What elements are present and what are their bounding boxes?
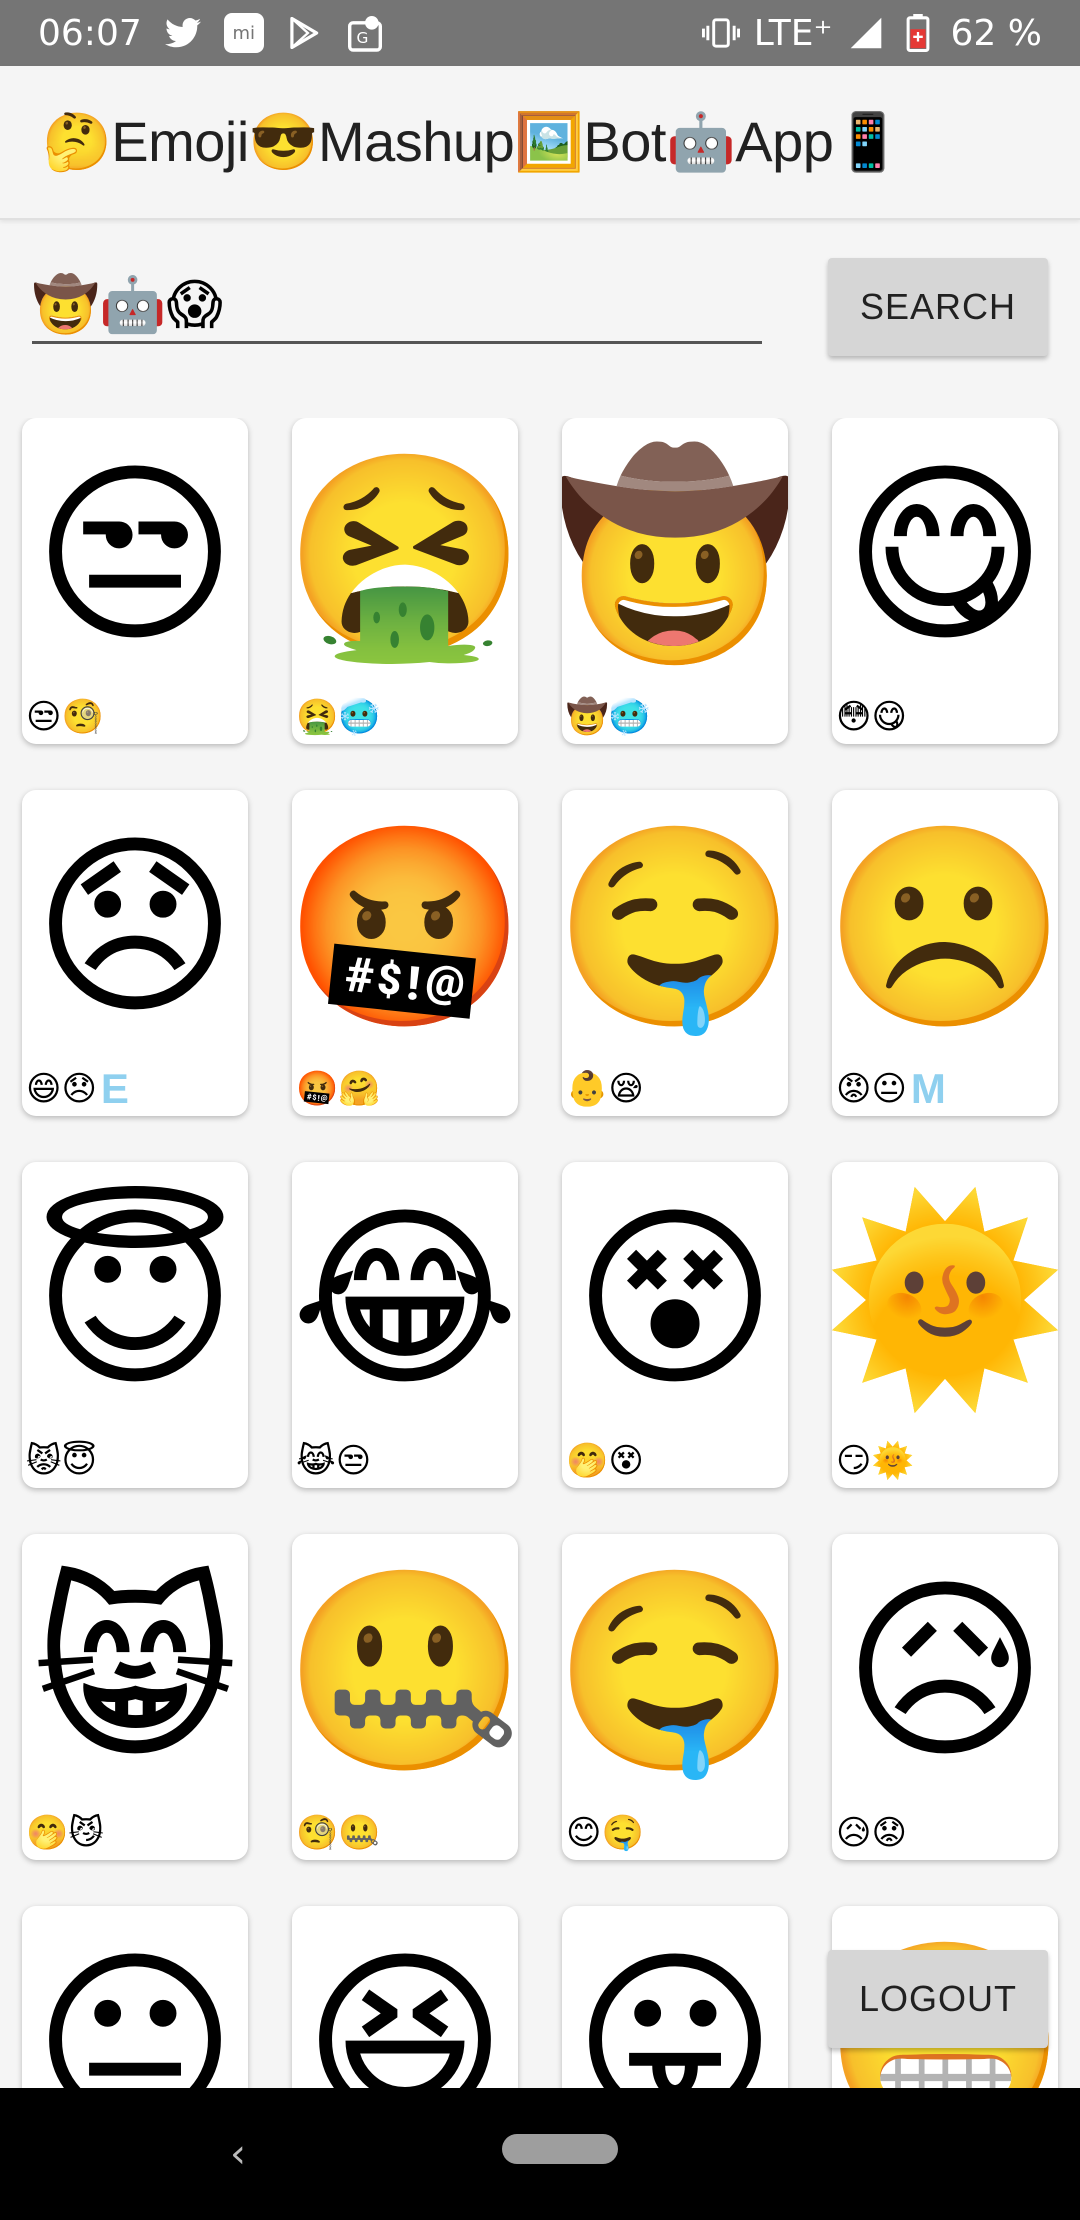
source-emoji-pair: 😄😞 (26, 1069, 97, 1109)
search-input[interactable] (32, 268, 762, 341)
mashup-image: 😐 (32, 1930, 238, 2088)
mashup-image: ☹️ (832, 814, 1058, 1042)
mashup-source-emojis: 🤬🤗 (296, 1066, 385, 1112)
battery-icon (899, 14, 937, 52)
mashup-source-emojis: 🤮🥶 (296, 694, 385, 740)
mashup-card[interactable]: 😞 😄😞 E (22, 790, 248, 1116)
status-time: 06:07 (38, 12, 142, 54)
mashup-image: 😞 (32, 814, 238, 1042)
maps-icon: G (346, 14, 384, 52)
search-button[interactable]: SEARCH (828, 258, 1048, 356)
mashup-source-emojis: 😄😞 E (26, 1065, 129, 1112)
mashup-image: 😛 (572, 1930, 778, 2088)
mashup-image: 🤤 (562, 814, 788, 1042)
mashup-card[interactable]: 🌞 😏🌞 (832, 1162, 1058, 1488)
mashup-card[interactable]: 🤬 🤬🤗 (292, 790, 518, 1116)
mashup-source-emojis: 😹😒 (296, 1438, 375, 1484)
source-emoji-pair: 🤮🥶 (296, 697, 381, 737)
card-letter-badge: E (100, 1065, 129, 1112)
mashup-card[interactable]: 😋 😳😋 (832, 418, 1058, 744)
home-pill[interactable] (502, 2134, 618, 2164)
mashup-image: 😆 (302, 1930, 508, 2088)
mashup-image: 😥 (842, 1558, 1048, 1786)
source-emoji-pair: 🤠🥶 (566, 697, 651, 737)
mashup-source-emojis: 👶😪 (566, 1066, 648, 1112)
search-field[interactable] (32, 268, 762, 344)
mashup-card[interactable]: 😇 😾😇 (22, 1162, 248, 1488)
source-emoji-pair: 😾😇 (26, 1441, 97, 1481)
mashup-source-emojis: 🤠🥶 (566, 694, 655, 740)
source-emoji-pair: 😡😐 (836, 1069, 907, 1109)
source-emoji-pair: 😥😟 (836, 1813, 907, 1853)
back-icon[interactable]: ‹ (218, 2132, 258, 2176)
mashup-image: 😵 (572, 1186, 778, 1414)
mashup-card[interactable]: 😂 😹😒 (292, 1162, 518, 1488)
mashup-card[interactable]: 🤤 👶😪 (562, 790, 788, 1116)
svg-text:G: G (356, 29, 368, 47)
source-emoji-pair: 😏🌞 (836, 1441, 914, 1481)
mashup-source-emojis: 😏🌞 (836, 1438, 918, 1484)
app-bar: 🤔Emoji😎Mashup🖼️Bot🤖App📱 (0, 66, 1080, 220)
status-right: LTE⁺ 62 % (701, 12, 1042, 54)
mashup-card[interactable]: 😐 (22, 1906, 248, 2088)
mashup-card[interactable]: 🤠 🤠🥶 (562, 418, 788, 744)
navigation-bar: ‹ (0, 2088, 1080, 2220)
mashup-card[interactable]: 😵 🤭😵 (562, 1162, 788, 1488)
status-bar: 06:07 mi G LTE⁺ 62 % (0, 0, 1080, 66)
logout-button[interactable]: LOGOUT (828, 1950, 1048, 2048)
mashup-source-emojis: 😾😇 (26, 1438, 101, 1484)
vibrate-icon (701, 14, 740, 52)
mashup-card[interactable]: 🤐 🧐🤐 (292, 1534, 518, 1860)
mashup-image: 🤤 (562, 1558, 788, 1786)
twitter-icon (164, 14, 202, 52)
mashup-card[interactable]: 😥 😥😟 (832, 1534, 1058, 1860)
mashup-card[interactable]: 😛 (562, 1906, 788, 2088)
signal-icon (847, 14, 885, 52)
mashup-image: 🤬 (292, 814, 518, 1042)
battery-percent: 62 % (950, 12, 1042, 54)
mashup-image: 🌞 (832, 1186, 1058, 1414)
mashup-source-emojis: 🤭😵 (566, 1438, 648, 1484)
screen: 06:07 mi G LTE⁺ 62 % 🤔Emoji😎Mashup🖼️Bot🤖… (0, 0, 1080, 2220)
mashup-image: 🤮 (292, 442, 518, 670)
source-emoji-pair: 😊🤤 (566, 1813, 644, 1853)
mashup-source-emojis: 🧐🤐 (296, 1810, 385, 1856)
network-type: LTE⁺ (753, 12, 833, 54)
play-store-icon (286, 14, 324, 52)
mashup-source-emojis: 😡😐 M (836, 1065, 946, 1112)
source-emoji-pair: 👶😪 (566, 1069, 644, 1109)
mashup-image: 🤐 (292, 1558, 518, 1786)
mi-app-icon: mi (223, 13, 264, 53)
mashup-image: 😸 (32, 1558, 238, 1786)
mashup-card[interactable]: 🤮 🤮🥶 (292, 418, 518, 744)
mashup-grid: 😒 😒🧐 🤮 🤮🥶 🤠 🤠🥶 😋 😳😋 😞 😄😞 E 🤬 🤬🤗 🤤 👶😪 ☹️ 😡😐 M 😇 😾😇 😂 😹😒 😵 🤭😵 🌞 😏🌞 😸… (0, 418, 1080, 2088)
mashup-card[interactable]: ☹️ 😡😐 M (832, 790, 1058, 1116)
mashup-image: 😂 (292, 1186, 518, 1414)
status-left: 06:07 mi G (38, 13, 384, 54)
source-emoji-pair: 🧐🤐 (296, 1813, 381, 1853)
source-emoji-pair: 🤭😼 (26, 1813, 104, 1853)
source-emoji-pair: 🤭😵 (566, 1441, 644, 1481)
mashup-source-emojis: 😒🧐 (26, 694, 108, 740)
mashup-source-emojis: 😳😋 (836, 694, 911, 740)
source-emoji-pair: 😳😋 (836, 697, 907, 737)
card-letter-badge: M (910, 1065, 946, 1112)
mashup-image: 🤠 (562, 442, 788, 670)
mashup-card[interactable]: 😸 🤭😼 (22, 1534, 248, 1860)
mashup-card[interactable]: 😒 😒🧐 (22, 418, 248, 744)
source-emoji-pair: 🤬🤗 (296, 1069, 381, 1109)
mashup-image: 😇 (32, 1186, 238, 1414)
mashup-card[interactable]: 😆 (292, 1906, 518, 2088)
mashup-image: 😒 (32, 442, 238, 670)
app-title: 🤔Emoji😎Mashup🖼️Bot🤖App📱 (42, 110, 903, 173)
source-emoji-pair: 😹😒 (296, 1441, 372, 1481)
mashup-source-emojis: 😊🤤 (566, 1810, 648, 1856)
source-emoji-pair: 😒🧐 (26, 697, 104, 737)
mashup-source-emojis: 🤭😼 (26, 1810, 108, 1856)
mashup-card[interactable]: 🤤 😊🤤 (562, 1534, 788, 1860)
mashup-source-emojis: 😥😟 (836, 1810, 911, 1856)
mashup-image: 😋 (842, 442, 1048, 670)
